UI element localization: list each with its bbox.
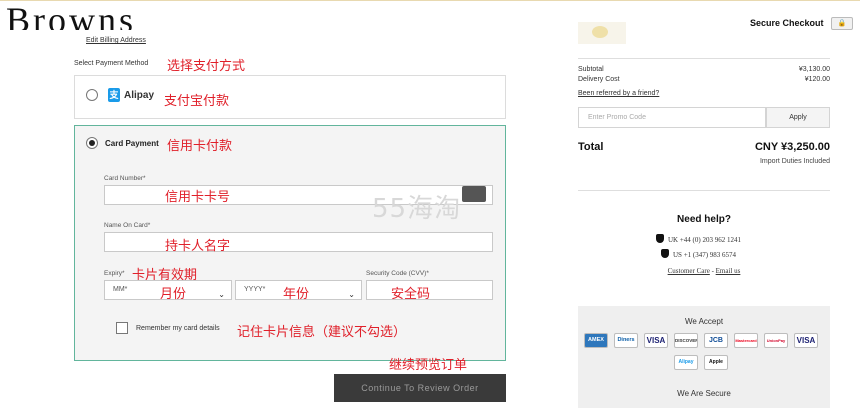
delivery-cost-label: Delivery Cost bbox=[578, 76, 620, 83]
alipay-radio[interactable] bbox=[86, 89, 98, 101]
card-payment-label: Card Payment bbox=[105, 139, 159, 148]
annotation-cvv: 安全码 bbox=[391, 287, 431, 302]
annotation-month: 月份 bbox=[160, 287, 187, 302]
mastercard-icon: Mastercard bbox=[734, 333, 758, 348]
diners-icon: Diners bbox=[614, 333, 638, 348]
secure-checkout-label: Secure Checkout bbox=[750, 18, 824, 28]
card-number-label: Card Number* bbox=[104, 175, 146, 182]
phone-icon bbox=[656, 234, 664, 243]
month-value: MM* bbox=[113, 286, 128, 293]
apply-promo-button[interactable]: Apply bbox=[766, 107, 830, 128]
watermark-55haitao: 55海淘 bbox=[372, 194, 462, 224]
card-payment-radio[interactable] bbox=[86, 137, 98, 149]
chevron-down-icon: ⌄ bbox=[348, 290, 355, 299]
annotation-card-number: 信用卡卡号 bbox=[165, 190, 231, 205]
delivery-cost-value: ¥120.00 bbox=[804, 76, 830, 83]
chevron-down-icon: ⌄ bbox=[218, 290, 225, 299]
subtotal-value: ¥3,130.00 bbox=[798, 66, 830, 73]
visa-icon: VISA bbox=[644, 333, 668, 348]
secure-lock-icon: 🔒 bbox=[831, 17, 853, 30]
annotation-card-payment: 信用卡付款 bbox=[167, 139, 233, 154]
alipay-icon: Alipay bbox=[674, 355, 698, 370]
annotation-cardholder: 持卡人名字 bbox=[165, 239, 231, 254]
card-type-icon bbox=[462, 186, 486, 202]
annotation-continue: 继续预览订单 bbox=[389, 358, 468, 373]
referred-by-friend-link[interactable]: Been referred by a friend? bbox=[578, 90, 659, 97]
phone-uk-row[interactable]: UK +44 (0) 203 962 1241 bbox=[656, 234, 741, 244]
visa-icon: VISA bbox=[794, 333, 818, 348]
apple-pay-icon: Apple Pay bbox=[704, 355, 728, 370]
email-us-link[interactable]: Email us bbox=[716, 267, 741, 275]
phone-us: US +1 (347) 983 6574 bbox=[673, 251, 737, 259]
summary-divider bbox=[578, 58, 830, 59]
remember-card-label: Remember my card details bbox=[136, 325, 220, 332]
annotation-year: 年份 bbox=[283, 287, 310, 302]
security-code-label: Security Code (CVV)* bbox=[366, 270, 429, 277]
year-value: YYYY* bbox=[244, 286, 266, 293]
annotation-alipay: 支付宝付款 bbox=[164, 94, 230, 109]
help-links: Customer Care - Email us bbox=[578, 267, 830, 275]
alipay-label: Alipay bbox=[124, 90, 155, 101]
total-value: CNY ¥3,250.00 bbox=[754, 141, 830, 153]
subtotal-label: Subtotal bbox=[578, 66, 604, 73]
need-help-title: Need help? bbox=[677, 214, 731, 225]
we-accept-title: We Accept bbox=[684, 317, 724, 326]
remember-card-checkbox[interactable] bbox=[116, 322, 128, 334]
we-are-secure-title: We Are Secure bbox=[677, 389, 731, 398]
name-on-card-input[interactable] bbox=[104, 232, 493, 252]
import-duties-note: Import Duties Included bbox=[759, 158, 830, 165]
customer-care-link[interactable]: Customer Care bbox=[668, 267, 710, 275]
jcb-icon: JCB bbox=[704, 333, 728, 348]
edit-billing-address-link[interactable]: Edit Billing Address bbox=[86, 37, 146, 44]
product-image-flower bbox=[592, 26, 608, 38]
expiry-label: Expiry* bbox=[104, 270, 125, 277]
annotation-remember: 记住卡片信息（建议不勾选） bbox=[237, 325, 407, 340]
browns-logo[interactable]: Browns bbox=[6, 0, 136, 30]
discover-icon: DISCOVER bbox=[674, 333, 698, 348]
annotation-select-method: 选择支付方式 bbox=[167, 59, 246, 74]
phone-uk: UK +44 (0) 203 962 1241 bbox=[668, 236, 741, 244]
alipay-logo-icon: 支 bbox=[108, 88, 120, 102]
total-label: Total bbox=[578, 141, 604, 153]
name-on-card-label: Name On Card* bbox=[104, 222, 151, 229]
summary-bottom-divider bbox=[578, 190, 830, 191]
promo-code-input[interactable]: Enter Promo Code bbox=[578, 107, 766, 128]
select-payment-method-label: Select Payment Method bbox=[74, 60, 149, 67]
phone-us-row[interactable]: US +1 (347) 983 6574 bbox=[661, 249, 736, 259]
unionpay-icon: UnionPay bbox=[764, 333, 788, 348]
continue-to-review-order-button[interactable]: Continue To Review Order bbox=[334, 374, 506, 402]
phone-icon bbox=[661, 249, 669, 258]
amex-icon: AMEX bbox=[584, 333, 608, 348]
